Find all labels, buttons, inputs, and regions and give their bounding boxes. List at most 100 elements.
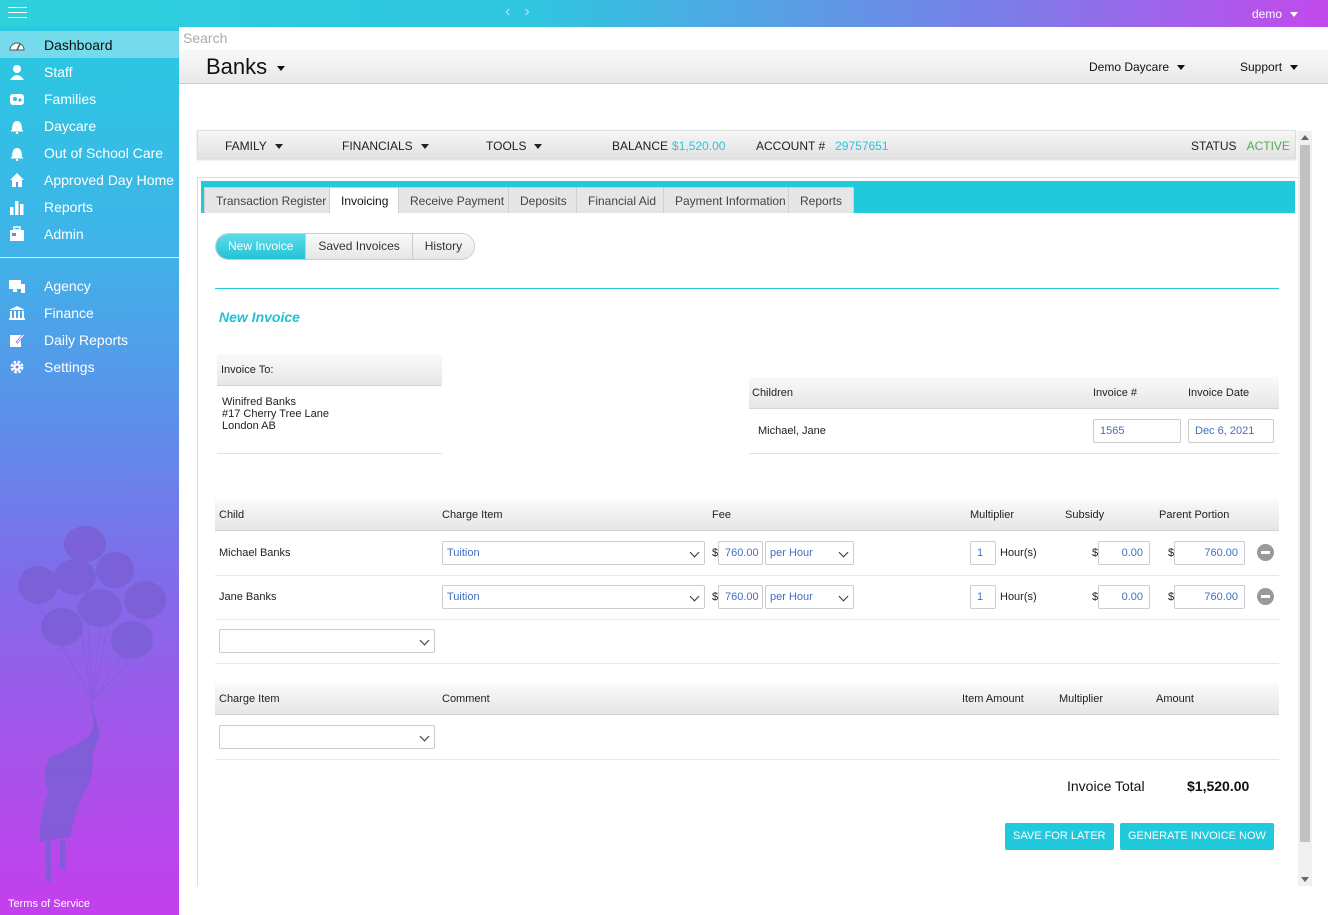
charges-table-header: Child Charge Item Fee Multiplier Subsidy… [215, 499, 1279, 531]
chevron-down-icon [274, 144, 283, 150]
fee-field[interactable]: 760.00 [718, 541, 763, 565]
pill-saved-invoices[interactable]: Saved Invoices [306, 234, 413, 259]
sidebar-item-admin[interactable]: Admin [0, 220, 179, 247]
daycare-dropdown[interactable]: Demo Daycare [1089, 60, 1186, 74]
fee-unit-select[interactable]: per Hour [765, 585, 854, 609]
fee-unit-select[interactable]: per Hour [765, 541, 854, 565]
pill-new-invoice[interactable]: New Invoice [216, 234, 307, 259]
edit-icon [8, 331, 26, 349]
admin-icon [8, 225, 26, 243]
invoicing-panel: Transaction Register Invoicing Receive P… [197, 177, 1298, 886]
invoice-to-header: Invoice To: [217, 354, 442, 386]
balloon-girl-illustration [18, 526, 166, 882]
children-names: Michael, Jane [758, 425, 826, 437]
family-toolbar: FAMILY FINANCIALS TOOLS BALANCE $1,520.00… [197, 130, 1296, 159]
tab-receive-payment[interactable]: Receive Payment [398, 187, 517, 213]
tools-menu[interactable]: TOOLS [486, 139, 543, 153]
fee-field[interactable]: 760.00 [718, 585, 763, 609]
tab-deposits[interactable]: Deposits [508, 187, 579, 213]
status-display: STATUS ACTIVE [1191, 139, 1290, 153]
tab-invoicing[interactable]: Invoicing [329, 187, 401, 213]
multiplier-field[interactable]: 1 [970, 541, 996, 565]
home-icon [8, 171, 26, 189]
add-charge-item-select[interactable] [219, 725, 435, 749]
financials-menu[interactable]: FINANCIALS [342, 139, 429, 153]
terms-of-service-link[interactable]: Terms of Service [8, 898, 90, 910]
chevron-down-icon [838, 591, 849, 602]
remove-row-icon[interactable] [1257, 588, 1274, 605]
support-dropdown[interactable]: Support [1240, 60, 1299, 74]
sidebar-item-settings[interactable]: Settings [0, 353, 179, 380]
add-item-row [215, 715, 1279, 760]
invoice-to-address: Winifred Banks #17 Cherry Tree Lane Lond… [217, 386, 442, 454]
bank-icon [8, 304, 26, 322]
vertical-scrollbar[interactable] [1298, 131, 1312, 886]
hamburger-menu-icon[interactable] [8, 7, 27, 20]
top-bar: ‹› demo [0, 0, 1328, 27]
charge-item-select[interactable]: Tuition [442, 541, 705, 565]
sidebar-item-reports[interactable]: Reports [0, 193, 179, 220]
family-icon [8, 90, 26, 108]
status-badge: ACTIVE [1246, 139, 1290, 153]
chevron-down-icon [277, 65, 286, 71]
invoice-meta-header: Children Invoice # Invoice Date [749, 377, 1279, 409]
parent-portion-field[interactable]: 760.00 [1174, 541, 1245, 565]
table-row: Michael Banks Tuition $ 760.00 per Hour … [215, 531, 1279, 576]
scrollbar-thumb[interactable] [1300, 145, 1310, 842]
tab-financial-aid[interactable]: Financial Aid [576, 187, 669, 213]
search-bar [179, 27, 1328, 49]
section-title: New Invoice [219, 309, 300, 325]
scroll-down-icon[interactable] [1301, 877, 1309, 882]
sidebar-item-daily-reports[interactable]: Daily Reports [0, 326, 179, 353]
scroll-up-icon[interactable] [1301, 135, 1309, 140]
sidebar-item-families[interactable]: Families [0, 85, 179, 112]
tab-payment-information[interactable]: Payment Information [663, 187, 798, 213]
balance-display: BALANCE $1,520.00 [612, 139, 726, 153]
search-input[interactable] [179, 27, 1328, 49]
subsidy-field[interactable]: 0.00 [1098, 585, 1150, 609]
parent-portion-field[interactable]: 760.00 [1174, 585, 1245, 609]
tab-bar: Transaction Register Invoicing Receive P… [201, 181, 1295, 213]
chevron-down-icon [1177, 65, 1186, 71]
bell-icon [8, 117, 26, 135]
sidebar-item-staff[interactable]: Staff [0, 58, 179, 85]
generate-invoice-button[interactable]: GENERATE INVOICE NOW [1120, 823, 1274, 850]
chevron-down-icon [1290, 65, 1299, 71]
invoice-number-field[interactable]: 1565 [1093, 419, 1181, 443]
gear-icon [8, 358, 26, 376]
add-child-select[interactable] [219, 629, 435, 653]
invoice-subnav: New Invoice Saved Invoices History [215, 233, 476, 260]
bar-chart-icon [8, 198, 26, 216]
invoice-date-field[interactable]: Dec 6, 2021 [1188, 419, 1274, 443]
sidebar-item-finance[interactable]: Finance [0, 299, 179, 326]
user-menu[interactable]: demo [1252, 7, 1298, 21]
chevron-down-icon [1290, 12, 1298, 18]
table-row: Jane Banks Tuition $ 760.00 per Hour 1 H… [215, 575, 1279, 620]
sidebar-item-dashboard[interactable]: Dashboard [0, 31, 179, 58]
subsidy-field[interactable]: 0.00 [1098, 541, 1150, 565]
chevron-down-icon [420, 144, 429, 150]
invoice-meta-row: Michael, Jane 1565 Dec 6, 2021 [749, 409, 1279, 454]
sidebar-item-agency[interactable]: Agency [0, 272, 179, 299]
chevron-down-icon [689, 547, 700, 558]
page-title-dropdown[interactable]: Banks [206, 54, 286, 80]
tab-reports[interactable]: Reports [788, 187, 855, 213]
remove-row-icon[interactable] [1257, 544, 1274, 561]
save-for-later-button[interactable]: SAVE FOR LATER [1005, 823, 1114, 850]
invoice-total-value: $1,520.00 [1187, 778, 1250, 794]
charge-item-select[interactable]: Tuition [442, 585, 705, 609]
family-menu[interactable]: FAMILY [225, 139, 283, 153]
invoice-total-label: Invoice Total [1067, 778, 1145, 794]
sidebar-item-out-of-school-care[interactable]: Out of School Care [0, 139, 179, 166]
balance-value: $1,520.00 [672, 139, 726, 153]
tab-transaction-register[interactable]: Transaction Register [204, 187, 339, 213]
pill-history[interactable]: History [412, 234, 475, 259]
chevron-down-icon [689, 591, 700, 602]
add-child-row [215, 619, 1279, 664]
nav-arrows[interactable]: ‹› [505, 3, 544, 21]
chevron-down-icon [534, 144, 543, 150]
multiplier-field[interactable]: 1 [970, 585, 996, 609]
sidebar-item-approved-day-home[interactable]: Approved Day Home [0, 166, 179, 193]
sidebar-item-daycare[interactable]: Daycare [0, 112, 179, 139]
sidebar-divider [0, 257, 179, 258]
